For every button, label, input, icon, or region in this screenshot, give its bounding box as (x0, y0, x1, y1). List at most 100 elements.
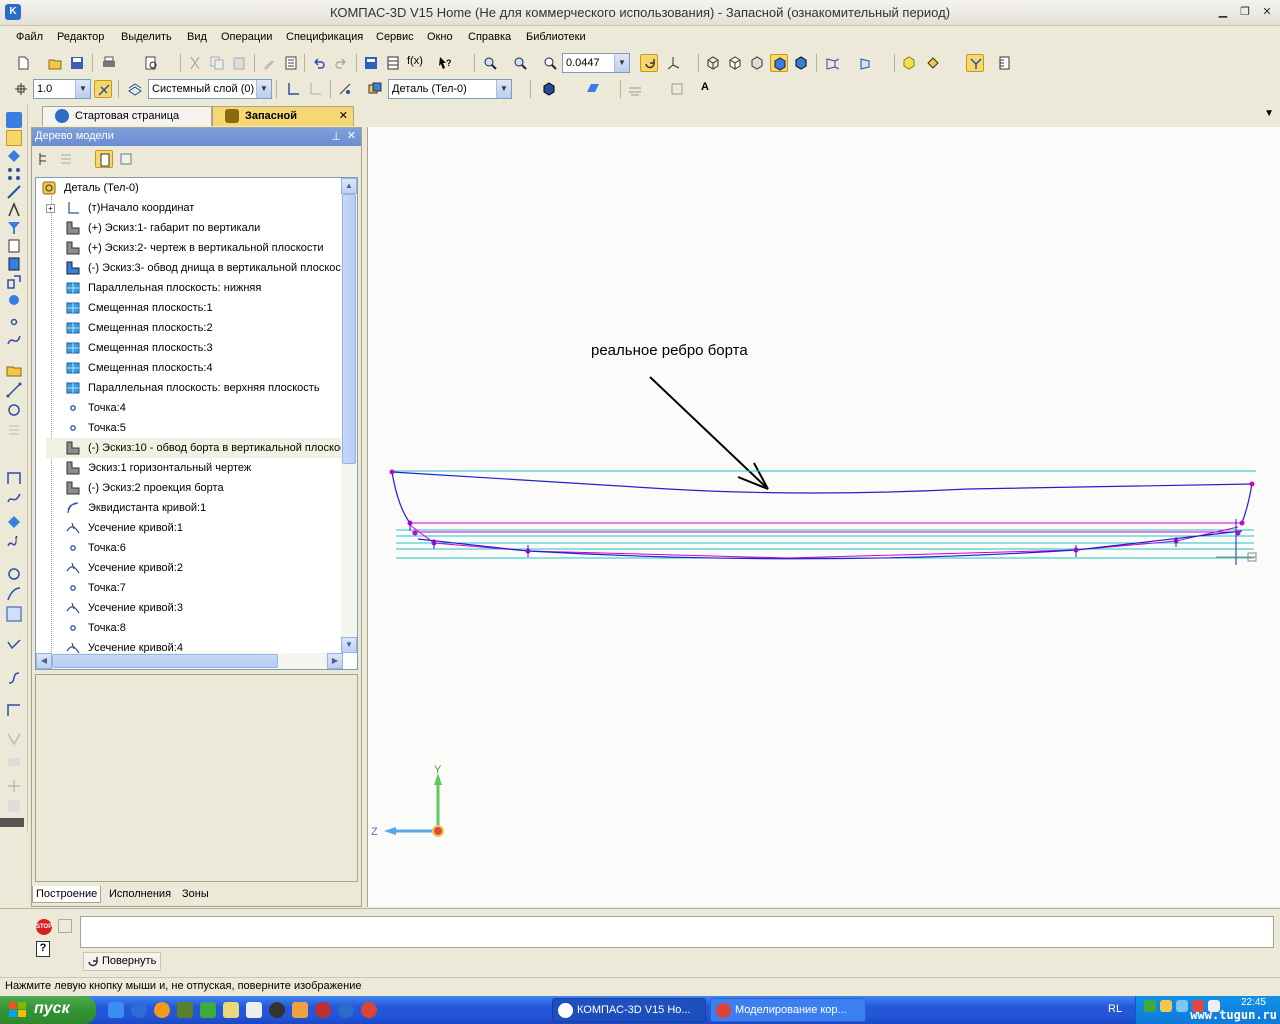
tree-item[interactable]: Точка:4 (46, 398, 342, 418)
spec-vertical-icon[interactable] (6, 238, 22, 254)
tree-relations-button[interactable] (117, 150, 135, 168)
local-cs-edit-button[interactable] (306, 80, 324, 98)
fx-button[interactable]: f(x) (406, 54, 424, 72)
opera-icon[interactable] (315, 1002, 331, 1018)
helix-tool-icon[interactable] (6, 422, 22, 438)
expand-icon[interactable]: + (46, 204, 55, 213)
restore-button[interactable]: ❐ (1238, 6, 1252, 20)
variables-button[interactable] (384, 54, 402, 72)
tree-item[interactable]: Усечение кривой:2 (46, 558, 342, 578)
zoom-scale-button[interactable] (541, 54, 559, 72)
polyline-tool-icon[interactable] (6, 470, 22, 486)
chrome-icon[interactable] (361, 1002, 377, 1018)
folder-tool-icon[interactable] (6, 362, 22, 378)
filter-button[interactable] (966, 54, 984, 72)
rotate-tab-button[interactable]: Повернуть (83, 952, 162, 971)
preview-button[interactable] (142, 54, 160, 72)
tree-structure-button[interactable] (35, 150, 53, 168)
tray-icon-2[interactable] (1160, 1000, 1172, 1012)
snap-grid-button[interactable] (12, 80, 30, 98)
measure-icon[interactable] (6, 202, 22, 218)
tree-item[interactable]: Смещенная плоскость:1 (46, 298, 342, 318)
scroll-right-icon[interactable]: ▶ (327, 653, 343, 669)
projection-curve-icon[interactable] (6, 702, 22, 718)
blender-icon[interactable] (292, 1002, 308, 1018)
menu-view[interactable]: Вид (187, 31, 207, 43)
snaps-button[interactable] (94, 80, 112, 98)
display-mode-button[interactable] (900, 54, 918, 72)
manager-button[interactable] (362, 54, 380, 72)
task-chrome[interactable]: Моделирование кор... (710, 998, 866, 1022)
menu-help[interactable]: Справка (468, 31, 511, 43)
part-combo[interactable]: Деталь (Тел-0) ▼ (388, 79, 512, 99)
local-cs-button[interactable] (284, 80, 302, 98)
expand-panel-icon[interactable] (58, 919, 72, 933)
spec-button[interactable] (282, 54, 300, 72)
arrays-icon[interactable] (6, 166, 22, 182)
quicklaunch-2-icon[interactable] (131, 1002, 147, 1018)
language-indicator[interactable]: RL (1108, 1003, 1122, 1015)
elements-icon[interactable] (6, 274, 22, 290)
pin-icon[interactable]: ⊥ (331, 130, 341, 143)
step-combo[interactable]: 1.0 ▼ (33, 79, 91, 99)
tree-item[interactable]: Усечение кривой:3 (46, 598, 342, 618)
rotate-button[interactable] (640, 54, 658, 72)
help-icon[interactable]: ? (36, 941, 50, 957)
scroll-up-icon[interactable]: ▲ (341, 178, 357, 194)
appearance-button[interactable] (540, 80, 558, 98)
tree-item[interactable]: + (т)Начало координат (46, 198, 342, 218)
menu-service[interactable]: Сервис (376, 31, 414, 43)
tree-item[interactable]: Эквидистанта кривой:1 (46, 498, 342, 518)
tab-construction[interactable]: Построение (32, 886, 102, 903)
tree-view-button[interactable] (95, 150, 113, 168)
paste-button[interactable] (230, 54, 248, 72)
spline-tool-icon[interactable] (6, 490, 22, 506)
tab-list-icon[interactable]: ▼ (1264, 108, 1274, 119)
zoom-all-button[interactable] (511, 54, 529, 72)
tree-item[interactable]: (-) Эскиз:3- обвод днища в вертикальной … (46, 258, 352, 278)
tray-icon-1[interactable] (1144, 1000, 1156, 1012)
halftone-button[interactable] (770, 54, 788, 72)
tree-filter-button[interactable] (57, 150, 75, 168)
function-curve-icon[interactable]: f (6, 534, 22, 550)
ie-icon[interactable] (108, 1002, 124, 1018)
join-curve-icon[interactable] (6, 670, 22, 686)
menu-libraries[interactable]: Библиотеки (526, 31, 586, 43)
start-button[interactable]: пуск (0, 996, 96, 1024)
media-player-icon[interactable] (269, 1002, 285, 1018)
kompas-quick-icon[interactable] (338, 1002, 354, 1018)
bucket-tool-icon[interactable] (6, 514, 22, 530)
measure-button[interactable] (996, 54, 1014, 72)
cut-button[interactable] (186, 54, 204, 72)
layer-combo[interactable]: Системный слой (0) ▼ (148, 79, 272, 99)
close-tab-icon[interactable]: ✕ (339, 109, 348, 122)
tree-item[interactable]: Параллельная плоскость: верхняя плоскост… (46, 378, 342, 398)
tree-item[interactable]: Параллельная плоскость: нижняя (46, 278, 342, 298)
close-button[interactable]: ✕ (1260, 6, 1274, 20)
reports-icon[interactable] (6, 256, 22, 272)
scroll-thumb[interactable] (342, 194, 356, 464)
point-tool-icon[interactable] (6, 314, 22, 330)
new-file-button[interactable] (14, 54, 32, 72)
halftone-edges-button[interactable] (792, 54, 810, 72)
point-by-curve-icon[interactable] (6, 332, 22, 348)
tab-zones[interactable]: Зоны (179, 886, 212, 903)
properties-brush-button[interactable] (260, 54, 278, 72)
tree-item[interactable]: Точка:5 (46, 418, 342, 438)
auxiliary-geometry-icon[interactable] (6, 184, 22, 200)
menu-edit[interactable]: Редактор (57, 31, 104, 43)
spatial-curves-icon[interactable] (6, 130, 22, 146)
print-button[interactable] (100, 54, 118, 72)
hidden-lines-button[interactable] (726, 54, 744, 72)
tree-item[interactable]: Смещенная плоскость:3 (46, 338, 342, 358)
help-pointer-button[interactable]: ? (436, 54, 454, 72)
minimize-button[interactable]: ▁ (1216, 6, 1230, 20)
sheet-metal-icon[interactable] (6, 292, 22, 308)
tab-start-page[interactable]: Стартовая страница (42, 106, 212, 126)
task-kompas[interactable]: КОМПАС-3D V15 Ho... (552, 998, 706, 1022)
scroll-down-icon[interactable]: ▼ (341, 637, 357, 653)
surface-button[interactable] (584, 80, 602, 98)
menu-specification[interactable]: Спецификация (286, 31, 363, 43)
orient-button[interactable] (664, 54, 682, 72)
open-file-button[interactable] (46, 54, 64, 72)
